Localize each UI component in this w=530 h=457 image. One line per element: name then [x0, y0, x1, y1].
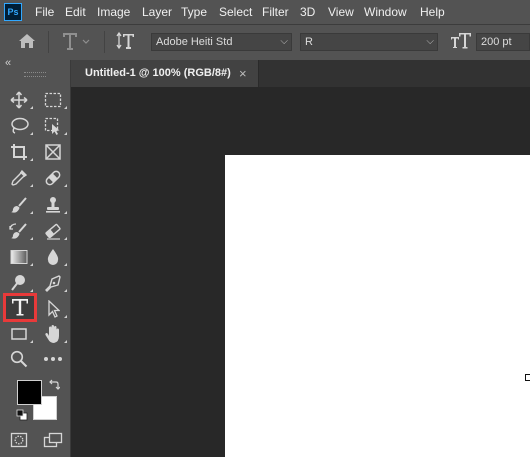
home-icon[interactable]: [18, 33, 36, 52]
panel-grip[interactable]: [24, 72, 46, 77]
font-size-icon: [450, 32, 472, 53]
healing-brush-tool-icon[interactable]: [42, 167, 64, 189]
tool-flyout-indicator: [30, 289, 33, 292]
menu-help[interactable]: Help: [420, 5, 445, 19]
menu-bar: Ps File Edit Image Layer Type Select Fil…: [0, 0, 530, 24]
type-tool-icon[interactable]: [9, 296, 31, 318]
document-canvas[interactable]: [225, 155, 530, 457]
blur-tool-icon[interactable]: [42, 246, 64, 268]
tool-flyout-indicator: [64, 132, 67, 135]
font-family-dropdown[interactable]: Adobe Heiti Std ⌵: [151, 33, 292, 51]
quick-mask-icon[interactable]: [8, 429, 30, 451]
chevron-down-icon: ⌵: [280, 36, 288, 47]
font-style-dropdown[interactable]: R ⌵: [300, 33, 438, 51]
menu-type[interactable]: Type: [181, 5, 207, 19]
tool-flyout-indicator: [64, 289, 67, 292]
menu-image[interactable]: Image: [97, 5, 130, 19]
lasso-tool-icon[interactable]: [8, 115, 30, 137]
tool-flyout-indicator: [64, 315, 67, 318]
document-tab-title: Untitled-1 @ 100% (RGB/8#): [85, 67, 231, 79]
chevron-down-icon: ⌵: [426, 36, 434, 47]
menu-select[interactable]: Select: [219, 5, 252, 19]
tool-flyout-indicator: [64, 211, 67, 214]
screen-mode-icon[interactable]: [42, 429, 64, 451]
tool-flyout-indicator: [64, 340, 67, 343]
history-brush-tool-icon[interactable]: [8, 220, 30, 242]
tool-flyout-indicator: [64, 106, 67, 109]
font-size-field[interactable]: 200 pt: [476, 33, 530, 51]
menu-window[interactable]: Window: [364, 5, 407, 19]
gradient-tool-icon[interactable]: [8, 246, 30, 268]
tool-flyout-indicator: [30, 211, 33, 214]
crop-tool-icon[interactable]: [8, 141, 30, 163]
pen-tool-icon[interactable]: [42, 272, 64, 294]
rectangle-tool-icon[interactable]: [8, 323, 30, 345]
menu-view[interactable]: View: [328, 5, 354, 19]
tool-flyout-indicator: [30, 340, 33, 343]
menu-3d[interactable]: 3D: [300, 5, 315, 19]
zoom-tool-icon[interactable]: [8, 348, 30, 370]
eraser-tool-icon[interactable]: [42, 220, 64, 242]
dodge-tool-icon[interactable]: [8, 272, 30, 294]
tool-flyout-indicator: [30, 158, 33, 161]
separator: [104, 31, 105, 53]
document-tab[interactable]: Untitled-1 @ 100% (RGB/8#): [71, 60, 259, 87]
tool-flyout-indicator: [30, 237, 33, 240]
frame-tool-icon[interactable]: [42, 141, 64, 163]
separator: [48, 31, 49, 53]
brush-tool-icon[interactable]: [8, 194, 30, 216]
menu-layer[interactable]: Layer: [142, 5, 172, 19]
close-tab-icon[interactable]: ×: [239, 66, 247, 81]
path-selection-tool-icon[interactable]: [42, 298, 64, 320]
text-orientation-toggle-icon[interactable]: [116, 31, 136, 54]
swap-colors-icon[interactable]: [48, 379, 61, 394]
tool-flyout-indicator: [30, 184, 33, 187]
type-cursor-bracket: [525, 374, 530, 381]
tool-flyout-indicator: [30, 263, 33, 266]
hand-tool-icon[interactable]: [42, 323, 64, 345]
foreground-color-swatch[interactable]: [17, 380, 42, 405]
collapse-panel-icon[interactable]: «: [5, 57, 11, 69]
tool-flyout-indicator: [64, 263, 67, 266]
tool-flyout-indicator: [64, 237, 67, 240]
menu-file[interactable]: File: [35, 5, 54, 19]
tool-flyout-indicator: [30, 106, 33, 109]
photoshop-logo: Ps: [4, 3, 22, 21]
font-family-value: Adobe Heiti Std: [156, 36, 233, 48]
marquee-tool-icon[interactable]: [42, 89, 64, 111]
move-tool-icon[interactable]: [8, 89, 30, 111]
more-tools-icon[interactable]: [42, 348, 64, 370]
default-colors-icon[interactable]: [16, 409, 28, 424]
menu-filter[interactable]: Filter: [262, 5, 289, 19]
type-tool-preset-icon[interactable]: [61, 31, 91, 54]
object-selection-tool-icon[interactable]: [42, 115, 64, 137]
font-style-value: R: [305, 36, 313, 48]
menu-edit[interactable]: Edit: [65, 5, 86, 19]
font-size-value: 200 pt: [481, 36, 512, 48]
tool-flyout-indicator: [64, 184, 67, 187]
clone-stamp-tool-icon[interactable]: [42, 194, 64, 216]
tool-flyout-indicator: [30, 132, 33, 135]
eyedropper-tool-icon[interactable]: [8, 167, 30, 189]
